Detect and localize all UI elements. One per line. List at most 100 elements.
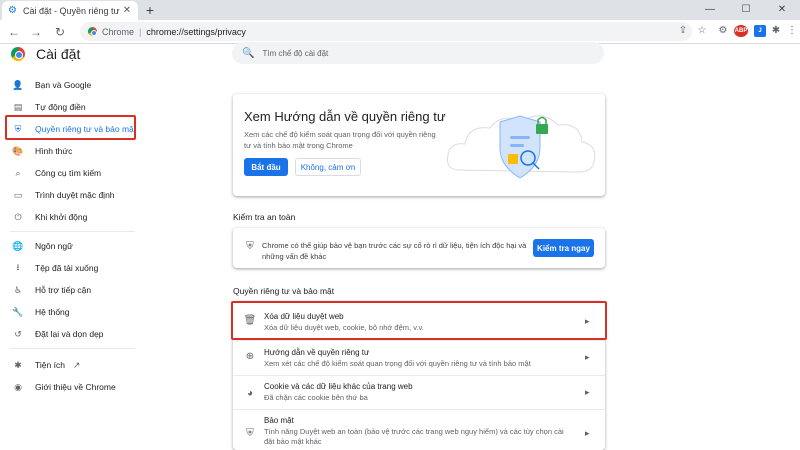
url-text: chrome://settings/privacy: [146, 26, 246, 37]
url-separator: |: [139, 26, 142, 37]
tab-strip: ⚙ Cài đặt - Quyền riêng tư và bảo mật ✕ …: [0, 0, 800, 20]
safety-check-heading: Kiểm tra an toàn: [233, 212, 296, 222]
browser-toolbar: ← → ↻ Chrome | chrome://settings/privacy…: [0, 20, 800, 44]
autofill-icon: ▤: [13, 101, 23, 112]
chevron-right-icon: ▸: [585, 428, 590, 438]
row-title: Cookie và các dữ liệu khác của trang web: [264, 382, 413, 391]
share-icon[interactable]: ⇪: [676, 24, 690, 38]
trash-icon: 🗑: [243, 315, 257, 326]
sidebar-divider: [10, 231, 135, 232]
globe-icon: 🌐: [12, 240, 24, 251]
sidebar-item-label: Trình duyệt mặc định: [35, 190, 115, 200]
sidebar-item-extensions[interactable]: ✱ Tiện ích ↗: [0, 354, 145, 376]
extension-icon[interactable]: ⚙: [716, 24, 730, 38]
sidebar-item-label: Bạn và Google: [35, 80, 92, 90]
sidebar-item-privacy[interactable]: ⛨ Quyền riêng tư và bảo mật: [0, 118, 145, 140]
security-icon: ⛨: [246, 428, 254, 439]
accessibility-icon: ♿: [13, 284, 23, 295]
maximize-button[interactable]: ☐: [728, 0, 764, 20]
chevron-right-icon: ▸: [585, 352, 590, 362]
row-subtitle: Đã chặn các cookie bên thứ ba: [264, 393, 368, 402]
adblock-extension-icon[interactable]: ABP: [734, 25, 748, 37]
minimize-button[interactable]: —: [692, 0, 728, 20]
sidebar-item-downloads[interactable]: ⭳ Tệp đã tải xuống: [0, 257, 145, 279]
row-divider: [233, 409, 605, 410]
address-bar[interactable]: Chrome | chrome://settings/privacy: [80, 22, 692, 41]
chevron-right-icon: ▸: [585, 387, 590, 397]
privacy-guide-title: Xem Hướng dẫn về quyền riêng tư: [244, 109, 446, 124]
privacy-guide-illustration: [447, 115, 596, 179]
safety-check-text: Chrome có thể giúp bảo vệ bạn trước các …: [262, 241, 527, 261]
chrome-logo-icon: [11, 47, 25, 61]
star-icon[interactable]: ☆: [695, 24, 709, 38]
sidebar-item-reset[interactable]: ↺ Đặt lại và dọn dẹp: [0, 323, 145, 345]
row-divider: [233, 375, 605, 376]
compass-icon: ⊕: [245, 351, 255, 362]
sidebar-item-system[interactable]: 🔧 Hệ thống: [0, 301, 145, 323]
sidebar-item-autofill[interactable]: ▤ Tự động điền: [0, 96, 145, 118]
tab-settings[interactable]: ⚙ Cài đặt - Quyền riêng tư và bảo mật ✕: [2, 1, 138, 20]
sidebar-item-label: Ngôn ngữ: [35, 241, 73, 251]
power-icon: ⏻: [14, 211, 22, 222]
palette-icon: 🎨: [12, 145, 24, 156]
page-title: Cài đặt: [36, 46, 81, 62]
browser-icon: ▭: [13, 189, 23, 200]
extension-j-icon[interactable]: J: [754, 25, 766, 37]
sidebar-item-label: Tệp đã tải xuống: [35, 263, 99, 273]
sidebar-item-you-and-google[interactable]: 👤 Bạn và Google: [0, 74, 145, 96]
external-link-icon: ↗: [72, 359, 81, 370]
sidebar-item-appearance[interactable]: 🎨 Hình thức: [0, 140, 145, 162]
sidebar-item-on-startup[interactable]: ⏻ Khi khởi động: [0, 206, 145, 228]
row-title: Hướng dẫn về quyền riêng tư: [264, 348, 370, 357]
sidebar-item-label: Khi khởi động: [35, 212, 88, 222]
sidebar-item-label: Tiện ích: [35, 360, 65, 370]
search-icon: ⌕: [15, 167, 21, 178]
reset-icon: ↺: [14, 328, 22, 339]
sidebar-item-label: Đặt lại và dọn dẹp: [35, 329, 104, 339]
person-icon: 👤: [12, 79, 24, 90]
menu-icon[interactable]: ⋮: [785, 24, 799, 38]
sidebar-item-languages[interactable]: 🌐 Ngôn ngữ: [0, 235, 145, 257]
row-subtitle: Xem xét các chế độ kiểm soát quan trọng …: [264, 359, 531, 368]
sidebar-item-label: Quyền riêng tư và bảo mật: [35, 124, 137, 134]
shield-icon: ⛨: [14, 123, 22, 134]
tab-close-icon[interactable]: ✕: [122, 5, 132, 16]
settings-search-input[interactable]: 🔍 Tìm chế độ cài đặt: [232, 42, 604, 64]
forward-icon[interactable]: →: [28, 24, 44, 40]
sidebar-item-label: Hình thức: [35, 146, 73, 156]
sidebar-item-default-browser[interactable]: ▭ Trình duyệt mặc định: [0, 184, 145, 206]
back-icon[interactable]: ←: [6, 24, 22, 40]
sidebar-item-accessibility[interactable]: ♿ Hỗ trợ tiếp cận: [0, 279, 145, 301]
url-brand: Chrome: [102, 26, 135, 37]
row-title: Xóa dữ liệu duyệt web: [264, 312, 344, 321]
search-icon: 🔍: [242, 47, 255, 59]
row-title: Bảo mật: [264, 416, 294, 425]
tab-title: Cài đặt - Quyền riêng tư và bảo mật: [23, 5, 122, 16]
privacy-section-heading: Quyền riêng tư và bảo mật: [233, 286, 335, 296]
close-window-button[interactable]: ✕: [764, 0, 800, 20]
puzzle-icon[interactable]: ✱: [769, 24, 783, 38]
search-placeholder: Tìm chế độ cài đặt: [262, 48, 329, 58]
download-icon: ⭳: [16, 262, 20, 272]
privacy-guide-description: Xem các chế độ kiểm soát quan trọng đối …: [244, 130, 436, 150]
wrench-icon: 🔧: [12, 306, 24, 317]
sidebar-item-search-engine[interactable]: ⌕ Công cụ tìm kiếm: [0, 162, 145, 184]
row-subtitle: Tính năng Duyệt web an toàn (bảo vệ trướ…: [264, 427, 564, 446]
no-thanks-button[interactable]: Không, cảm ơn: [295, 158, 361, 176]
chrome-logo-icon: [88, 27, 97, 36]
chrome-icon: ◉: [14, 381, 22, 392]
sidebar-item-label: Hỗ trợ tiếp cận: [35, 285, 92, 295]
sidebar-item-about-chrome[interactable]: ◉ Giới thiệu về Chrome: [0, 376, 145, 398]
sidebar-item-label: Công cụ tìm kiếm: [35, 168, 102, 178]
new-tab-button[interactable]: +: [142, 2, 158, 18]
sidebar-divider: [10, 348, 135, 349]
start-guide-button[interactable]: Bắt đầu: [244, 158, 288, 176]
chevron-right-icon: ▸: [585, 316, 590, 326]
row-divider: [233, 340, 605, 341]
reload-icon[interactable]: ↻: [52, 24, 68, 40]
check-now-button[interactable]: Kiểm tra ngay: [533, 239, 594, 257]
extensions-icon: ✱: [14, 359, 22, 370]
shield-check-icon: ⛨: [246, 241, 254, 252]
cookie-icon: ◕: [246, 388, 254, 399]
sidebar-item-label: Tự động điền: [35, 102, 86, 112]
